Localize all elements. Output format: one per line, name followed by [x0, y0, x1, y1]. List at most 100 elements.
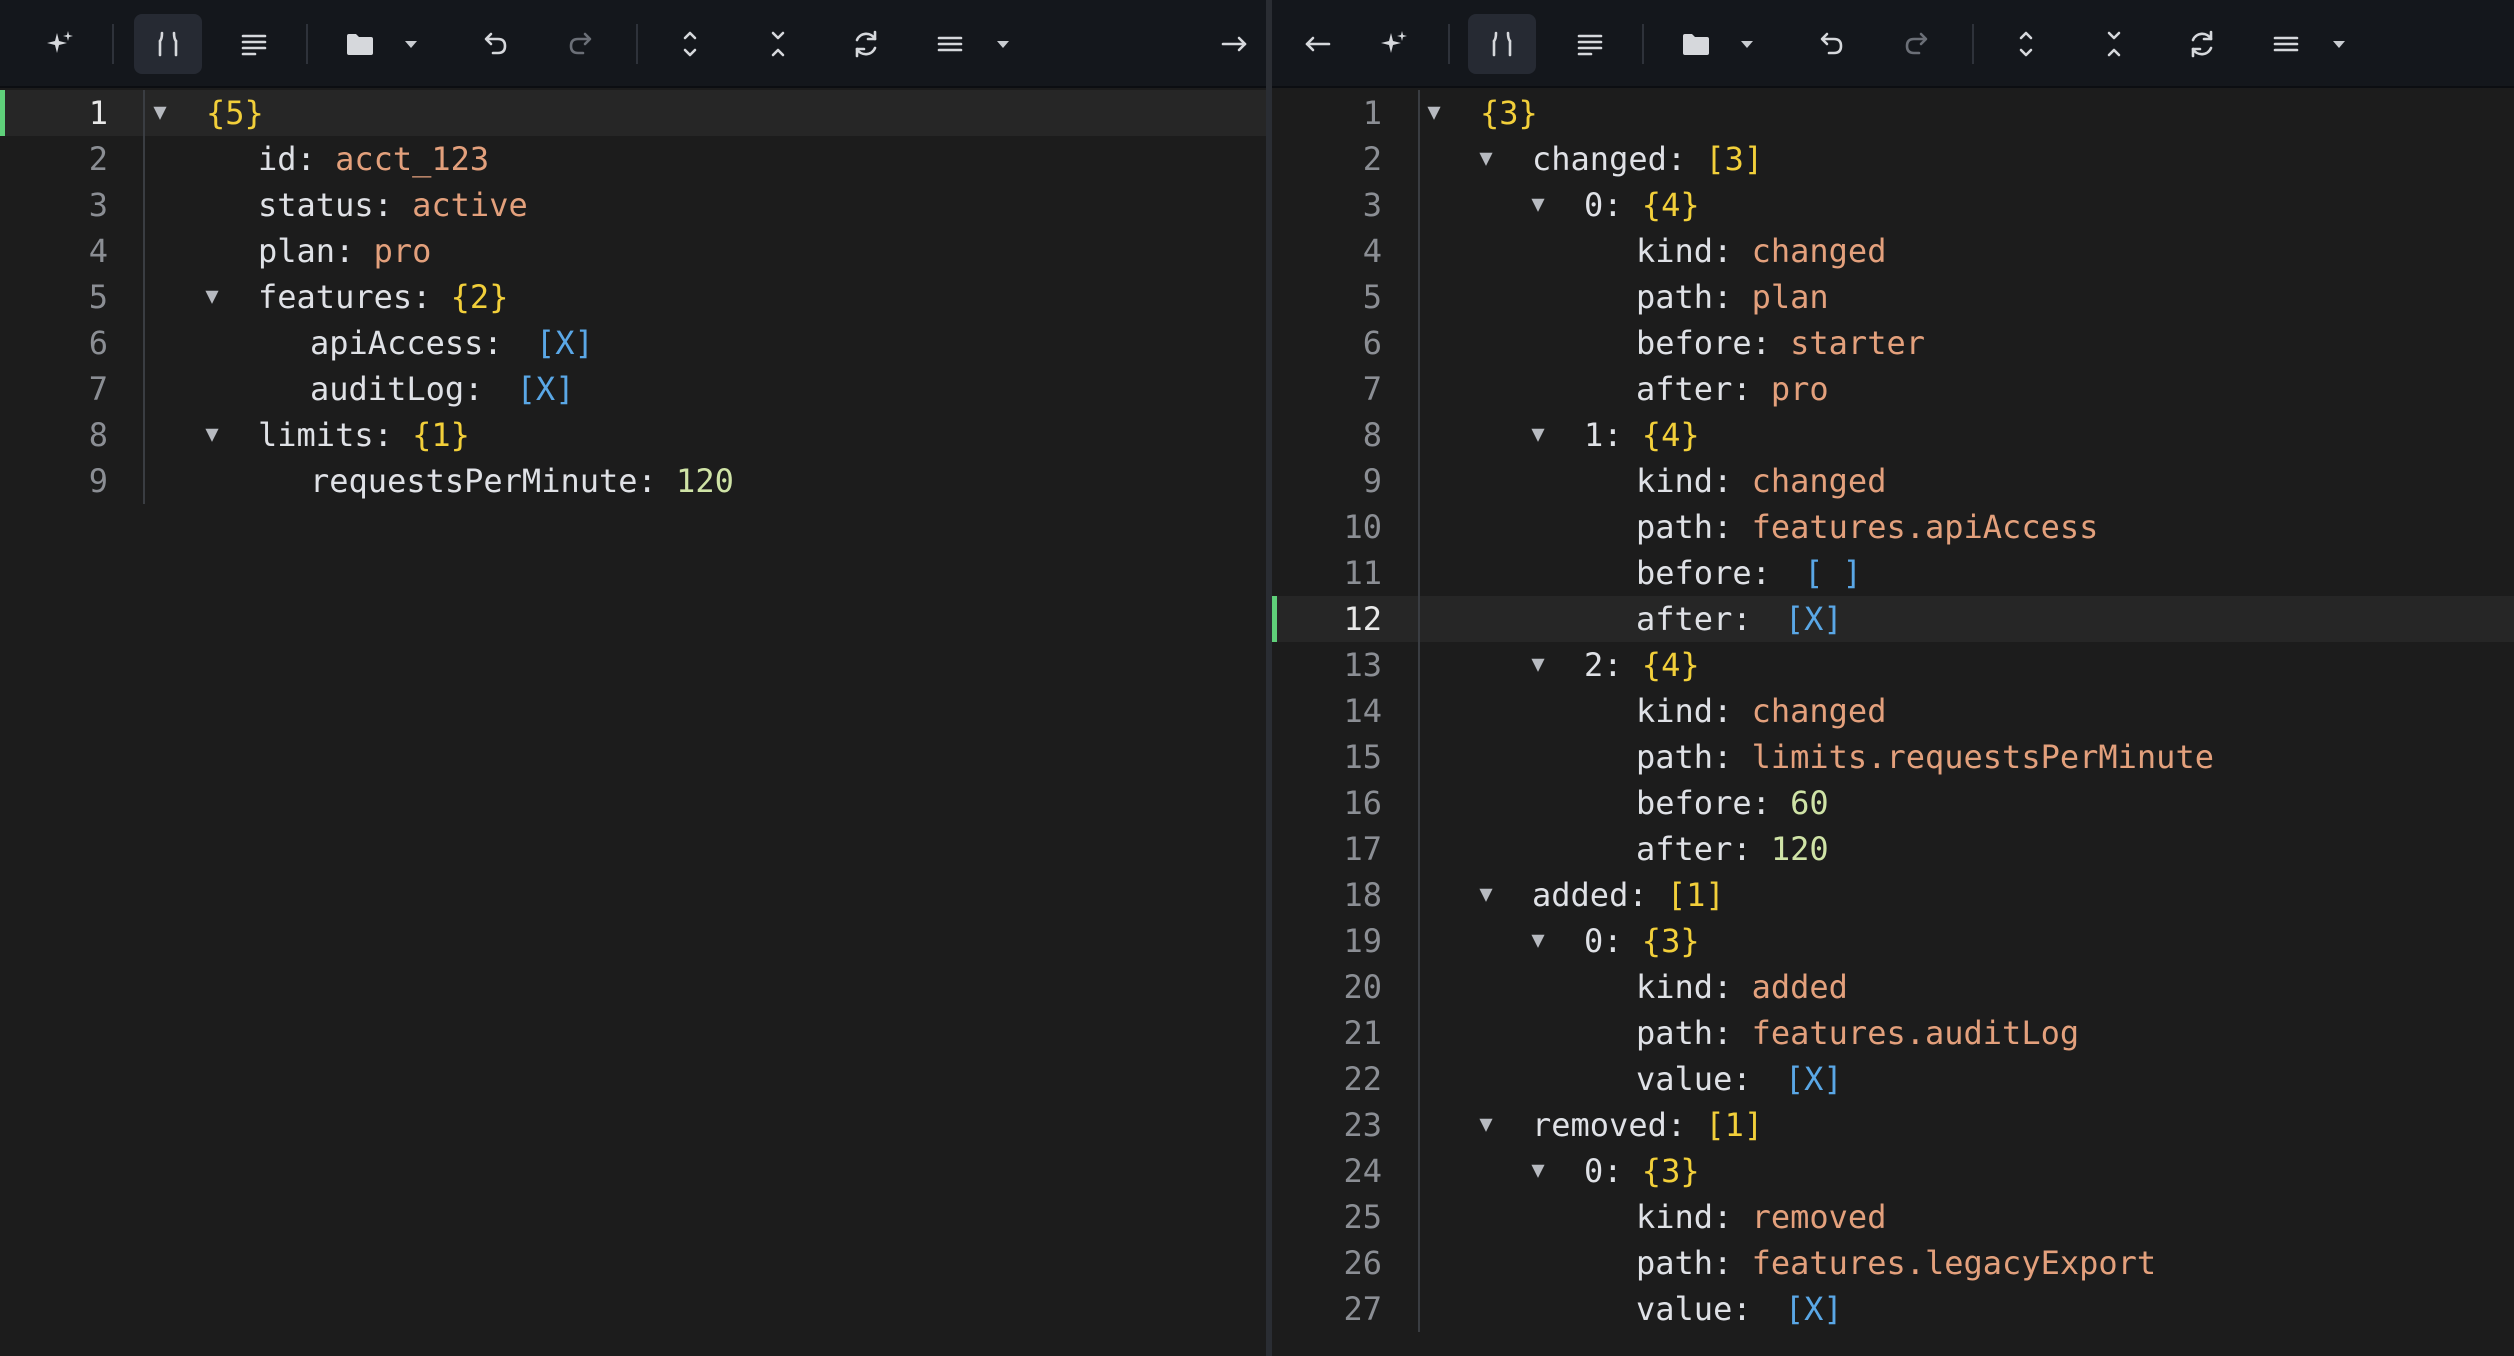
- collapse-toggle-icon[interactable]: ▼: [200, 274, 224, 320]
- tree-entry[interactable]: plan: pro: [258, 228, 431, 274]
- collapse-toggle-icon[interactable]: ▼: [1526, 642, 1550, 688]
- menu-button[interactable]: [2252, 14, 2320, 74]
- expand-all-button[interactable]: [1992, 14, 2060, 74]
- open-file-button[interactable]: [326, 14, 394, 74]
- tree-entry[interactable]: removed: [1]: [1532, 1102, 1763, 1148]
- tree-line[interactable]: 10 path: features.apiAccess: [1272, 504, 2514, 550]
- tree-line[interactable]: 8 ▼ 1: {4}: [1272, 412, 2514, 458]
- tree-entry[interactable]: kind: added: [1636, 964, 1848, 1010]
- property-value[interactable]: features.auditLog: [1752, 1014, 2080, 1052]
- boolean-checkbox[interactable]: [X]: [1785, 600, 1843, 638]
- property-value[interactable]: 120: [1771, 830, 1829, 868]
- menu-dropdown[interactable]: [990, 14, 1016, 74]
- undo-button[interactable]: [1796, 14, 1864, 74]
- tree-view-button[interactable]: [1468, 14, 1536, 74]
- tree-entry[interactable]: after: 120: [1636, 826, 1829, 872]
- tree-line[interactable]: 22 value: [X]: [1272, 1056, 2514, 1102]
- property-value[interactable]: plan: [1752, 278, 1829, 316]
- tree-line[interactable]: 25 kind: removed: [1272, 1194, 2514, 1240]
- property-value[interactable]: starter: [1790, 324, 1925, 362]
- tree-line[interactable]: 6 apiAccess: [X]: [0, 320, 1266, 366]
- redo-button[interactable]: [1884, 14, 1952, 74]
- tree-entry[interactable]: changed: [3]: [1532, 136, 1763, 182]
- sparkle-format-button[interactable]: [1360, 14, 1428, 74]
- tree-entry[interactable]: after: [X]: [1636, 596, 1843, 642]
- tree-line[interactable]: 9 kind: changed: [1272, 458, 2514, 504]
- tree-entry[interactable]: kind: changed: [1636, 688, 1886, 734]
- property-value[interactable]: features.legacyExport: [1752, 1244, 2157, 1282]
- tree-entry[interactable]: after: pro: [1636, 366, 1829, 412]
- boolean-checkbox[interactable]: [X]: [517, 370, 575, 408]
- tree-line[interactable]: 1 ▼ {5}: [0, 90, 1266, 136]
- collapse-all-button[interactable]: [744, 14, 812, 74]
- tree-entry[interactable]: value: [X]: [1636, 1056, 1843, 1102]
- property-value[interactable]: 60: [1790, 784, 1829, 822]
- text-view-button[interactable]: [1556, 14, 1624, 74]
- collapse-toggle-icon[interactable]: ▼: [1474, 872, 1498, 918]
- tree-line[interactable]: 20 kind: added: [1272, 964, 2514, 1010]
- property-value[interactable]: 120: [676, 462, 734, 500]
- tree-line[interactable]: 14 kind: changed: [1272, 688, 2514, 734]
- property-value[interactable]: changed: [1752, 462, 1887, 500]
- property-value[interactable]: pro: [1771, 370, 1829, 408]
- redo-button[interactable]: [548, 14, 616, 74]
- undo-button[interactable]: [460, 14, 528, 74]
- tree-entry[interactable]: before: 60: [1636, 780, 1829, 826]
- tree-view-button[interactable]: [134, 14, 202, 74]
- tree-entry[interactable]: before: starter: [1636, 320, 1925, 366]
- tree-line[interactable]: 19 ▼ 0: {3}: [1272, 918, 2514, 964]
- tree-entry[interactable]: 0: {3}: [1584, 1148, 1700, 1194]
- boolean-checkbox[interactable]: [ ]: [1804, 554, 1862, 592]
- tree-line[interactable]: 5 path: plan: [1272, 274, 2514, 320]
- tree-entry[interactable]: 0: {3}: [1584, 918, 1700, 964]
- tree-line[interactable]: 3 ▼ 0: {4}: [1272, 182, 2514, 228]
- text-view-button[interactable]: [220, 14, 288, 74]
- boolean-checkbox[interactable]: [X]: [536, 324, 594, 362]
- tree-entry[interactable]: path: features.apiAccess: [1636, 504, 2098, 550]
- tree-line[interactable]: 4 kind: changed: [1272, 228, 2514, 274]
- boolean-checkbox[interactable]: [X]: [1785, 1060, 1843, 1098]
- tree-line[interactable]: 27 value: [X]: [1272, 1286, 2514, 1332]
- collapse-all-button[interactable]: [2080, 14, 2148, 74]
- tree-line[interactable]: 17 after: 120: [1272, 826, 2514, 872]
- sparkle-format-button[interactable]: [26, 14, 94, 74]
- tree-entry[interactable]: kind: changed: [1636, 228, 1886, 274]
- refresh-button[interactable]: [2168, 14, 2236, 74]
- tree-entry[interactable]: {3}: [1480, 90, 1538, 136]
- tree-entry[interactable]: apiAccess: [X]: [310, 320, 594, 366]
- tree-entry[interactable]: {5}: [206, 90, 264, 136]
- tree-line[interactable]: 9 requestsPerMinute: 120: [0, 458, 1266, 504]
- right-editor[interactable]: 1 ▼ {3} 2 ▼ changed: [3] 3 ▼ 0: {4} 4 kind: change…: [1272, 90, 2514, 1356]
- collapse-toggle-icon[interactable]: ▼: [1474, 136, 1498, 182]
- tree-entry[interactable]: features: {2}: [258, 274, 508, 320]
- tree-line[interactable]: 8 ▼ limits: {1}: [0, 412, 1266, 458]
- tree-entry[interactable]: 2: {4}: [1584, 642, 1700, 688]
- collapse-toggle-icon[interactable]: ▼: [200, 412, 224, 458]
- tree-line[interactable]: 26 path: features.legacyExport: [1272, 1240, 2514, 1286]
- property-value[interactable]: changed: [1752, 232, 1887, 270]
- property-value[interactable]: acct_123: [335, 140, 489, 178]
- tree-line[interactable]: 23 ▼ removed: [1]: [1272, 1102, 2514, 1148]
- property-value[interactable]: active: [412, 186, 528, 224]
- tree-line[interactable]: 3 status: active: [0, 182, 1266, 228]
- open-file-dropdown[interactable]: [1734, 14, 1760, 74]
- tree-entry[interactable]: kind: changed: [1636, 458, 1886, 504]
- refresh-button[interactable]: [832, 14, 900, 74]
- open-file-button[interactable]: [1662, 14, 1730, 74]
- collapse-toggle-icon[interactable]: ▼: [1526, 1148, 1550, 1194]
- tree-line[interactable]: 2 id: acct_123: [0, 136, 1266, 182]
- menu-dropdown[interactable]: [2326, 14, 2352, 74]
- tree-entry[interactable]: 1: {4}: [1584, 412, 1700, 458]
- tree-line[interactable]: 18 ▼ added: [1]: [1272, 872, 2514, 918]
- tree-entry[interactable]: path: features.auditLog: [1636, 1010, 2079, 1056]
- left-editor[interactable]: 1 ▼ {5} 2 id: acct_123 3 status: active 4 plan: …: [0, 90, 1266, 1356]
- open-file-dropdown[interactable]: [398, 14, 424, 74]
- tree-entry[interactable]: status: active: [258, 182, 528, 228]
- tree-line[interactable]: 1 ▼ {3}: [1272, 90, 2514, 136]
- tree-line[interactable]: 24 ▼ 0: {3}: [1272, 1148, 2514, 1194]
- property-value[interactable]: changed: [1752, 692, 1887, 730]
- collapse-toggle-icon[interactable]: ▼: [1474, 1102, 1498, 1148]
- tree-entry[interactable]: kind: removed: [1636, 1194, 1886, 1240]
- tree-line[interactable]: 11 before: [ ]: [1272, 550, 2514, 596]
- tree-entry[interactable]: before: [ ]: [1636, 550, 1862, 596]
